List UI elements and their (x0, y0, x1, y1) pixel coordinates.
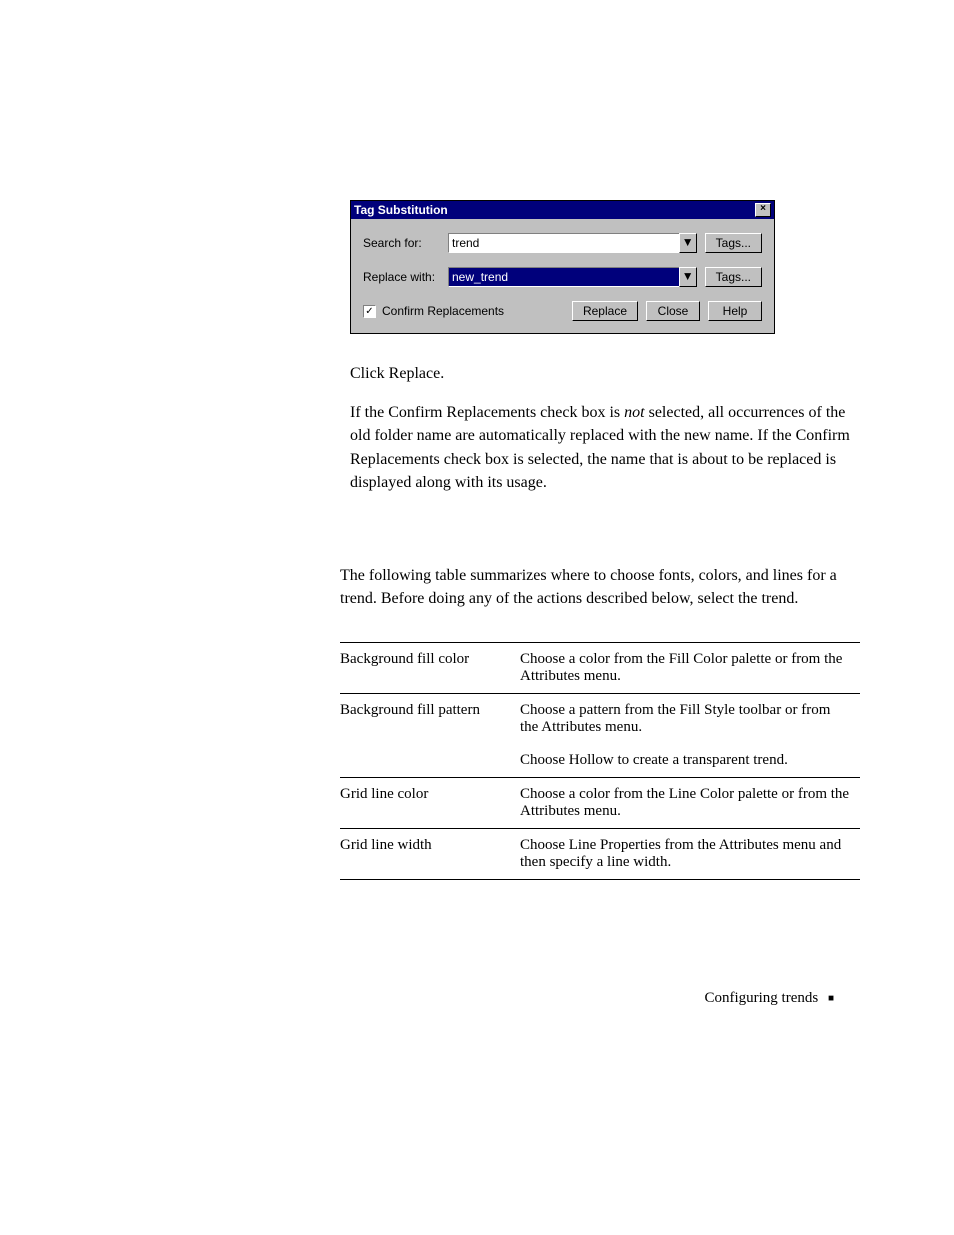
replace-dropdown-button[interactable]: ▼ (679, 267, 697, 287)
bullet-icon: ■ (828, 993, 834, 1004)
intro-paragraph: The following table summarizes where to … (340, 564, 854, 610)
search-for-input[interactable]: trend (448, 233, 680, 253)
close-icon[interactable]: × (755, 203, 771, 217)
table-cell: Grid line color (340, 778, 520, 829)
table-cell: Choose a pattern from the Fill Style too… (520, 694, 860, 745)
table-row: Grid line color Choose a color from the … (340, 778, 860, 829)
help-button[interactable]: Help (708, 301, 762, 321)
search-for-label: Search for: (363, 236, 448, 250)
summary-table: Background fill color Choose a color fro… (340, 642, 860, 880)
table-cell: Choose a color from the Fill Color palet… (520, 643, 860, 694)
table-cell (340, 744, 520, 778)
instruction-click-replace: Click Replace. (350, 362, 854, 385)
page-footer: Configuring trends ■ (100, 990, 854, 1007)
table-cell: Background fill pattern (340, 694, 520, 745)
chevron-down-icon: ▼ (682, 269, 694, 283)
search-dropdown-button[interactable]: ▼ (679, 233, 697, 253)
table-cell: Choose Hollow to create a transparent tr… (520, 744, 860, 778)
chevron-down-icon: ▼ (682, 235, 694, 249)
tag-substitution-dialog: Tag Substitution × Search for: trend ▼ T… (350, 200, 775, 334)
dialog-title: Tag Substitution (354, 203, 448, 217)
table-row: Grid line width Choose Line Properties f… (340, 829, 860, 880)
footer-text: Configuring trends (704, 990, 818, 1006)
replace-with-input[interactable]: new_trend (448, 267, 680, 287)
tags-button-search[interactable]: Tags... (705, 233, 762, 253)
checkbox-checked-icon: ✓ (363, 305, 376, 318)
table-row: Background fill pattern Choose a pattern… (340, 694, 860, 745)
dialog-titlebar: Tag Substitution × (351, 201, 774, 219)
close-button[interactable]: Close (646, 301, 700, 321)
tags-button-replace[interactable]: Tags... (705, 267, 762, 287)
replace-with-label: Replace with: (363, 270, 448, 284)
replace-button[interactable]: Replace (572, 301, 638, 321)
confirm-replacements-checkbox[interactable]: ✓ Confirm Replacements (363, 304, 504, 318)
table-cell: Grid line width (340, 829, 520, 880)
table-row: Background fill color Choose a color fro… (340, 643, 860, 694)
table-cell: Background fill color (340, 643, 520, 694)
table-row: Choose Hollow to create a transparent tr… (340, 744, 860, 778)
table-cell: Choose Line Properties from the Attribut… (520, 829, 860, 880)
table-cell: Choose a color from the Line Color palet… (520, 778, 860, 829)
instruction-confirm-text: If the Confirm Replacements check box is… (350, 401, 854, 494)
confirm-replacements-label: Confirm Replacements (382, 304, 504, 318)
